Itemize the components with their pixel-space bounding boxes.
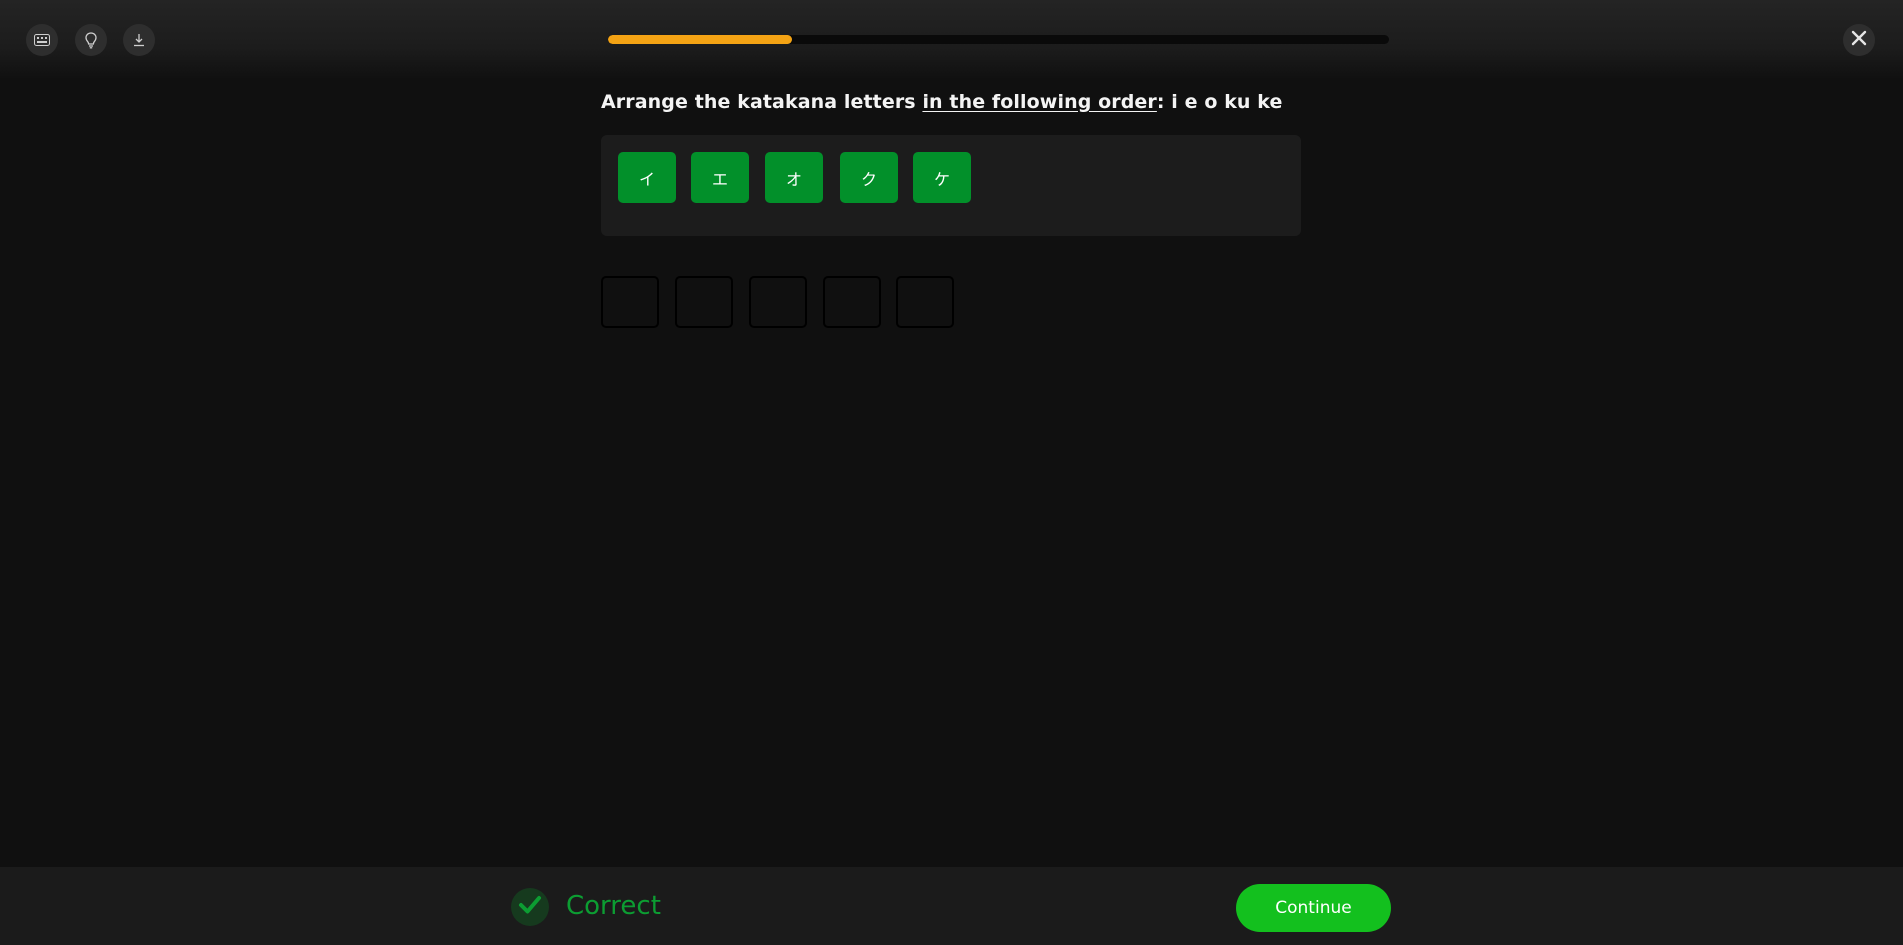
prompt-text-end: : i e o ku ke	[1156, 91, 1283, 113]
letter-tile[interactable]: エ	[691, 152, 749, 203]
prompt-emphasis-link[interactable]: in the following order	[922, 91, 1156, 113]
letter-tile[interactable]: オ	[765, 152, 823, 203]
feedback-footer	[0, 867, 1903, 945]
continue-button[interactable]: Continue	[1236, 884, 1391, 932]
progress-bar	[608, 35, 1389, 44]
status-text: Correct	[566, 891, 661, 921]
close-icon	[1851, 30, 1867, 50]
answer-slot[interactable]	[823, 276, 881, 328]
letter-tile[interactable]: ク	[840, 152, 898, 203]
letter-bank: イ エ オ ク ケ	[601, 135, 1301, 236]
lightbulb-icon	[83, 31, 99, 49]
exercise-prompt: Arrange the katakana letters in the foll…	[601, 91, 1283, 113]
keyboard-button[interactable]	[26, 24, 58, 56]
check-icon	[518, 895, 542, 919]
answer-slot[interactable]	[675, 276, 733, 328]
answer-slot[interactable]	[601, 276, 659, 328]
download-icon	[132, 33, 146, 47]
keyboard-icon	[34, 34, 50, 46]
prompt-text-start: Arrange the katakana letters	[601, 91, 923, 113]
close-button[interactable]	[1843, 24, 1875, 56]
letter-tile[interactable]: ケ	[913, 152, 971, 203]
letter-tile[interactable]: イ	[618, 152, 676, 203]
answer-slot[interactable]	[749, 276, 807, 328]
answer-slot[interactable]	[896, 276, 954, 328]
top-bar	[0, 0, 1903, 80]
status-badge	[511, 888, 549, 926]
download-button[interactable]	[123, 24, 155, 56]
hint-button[interactable]	[75, 24, 107, 56]
progress-fill	[608, 35, 792, 44]
